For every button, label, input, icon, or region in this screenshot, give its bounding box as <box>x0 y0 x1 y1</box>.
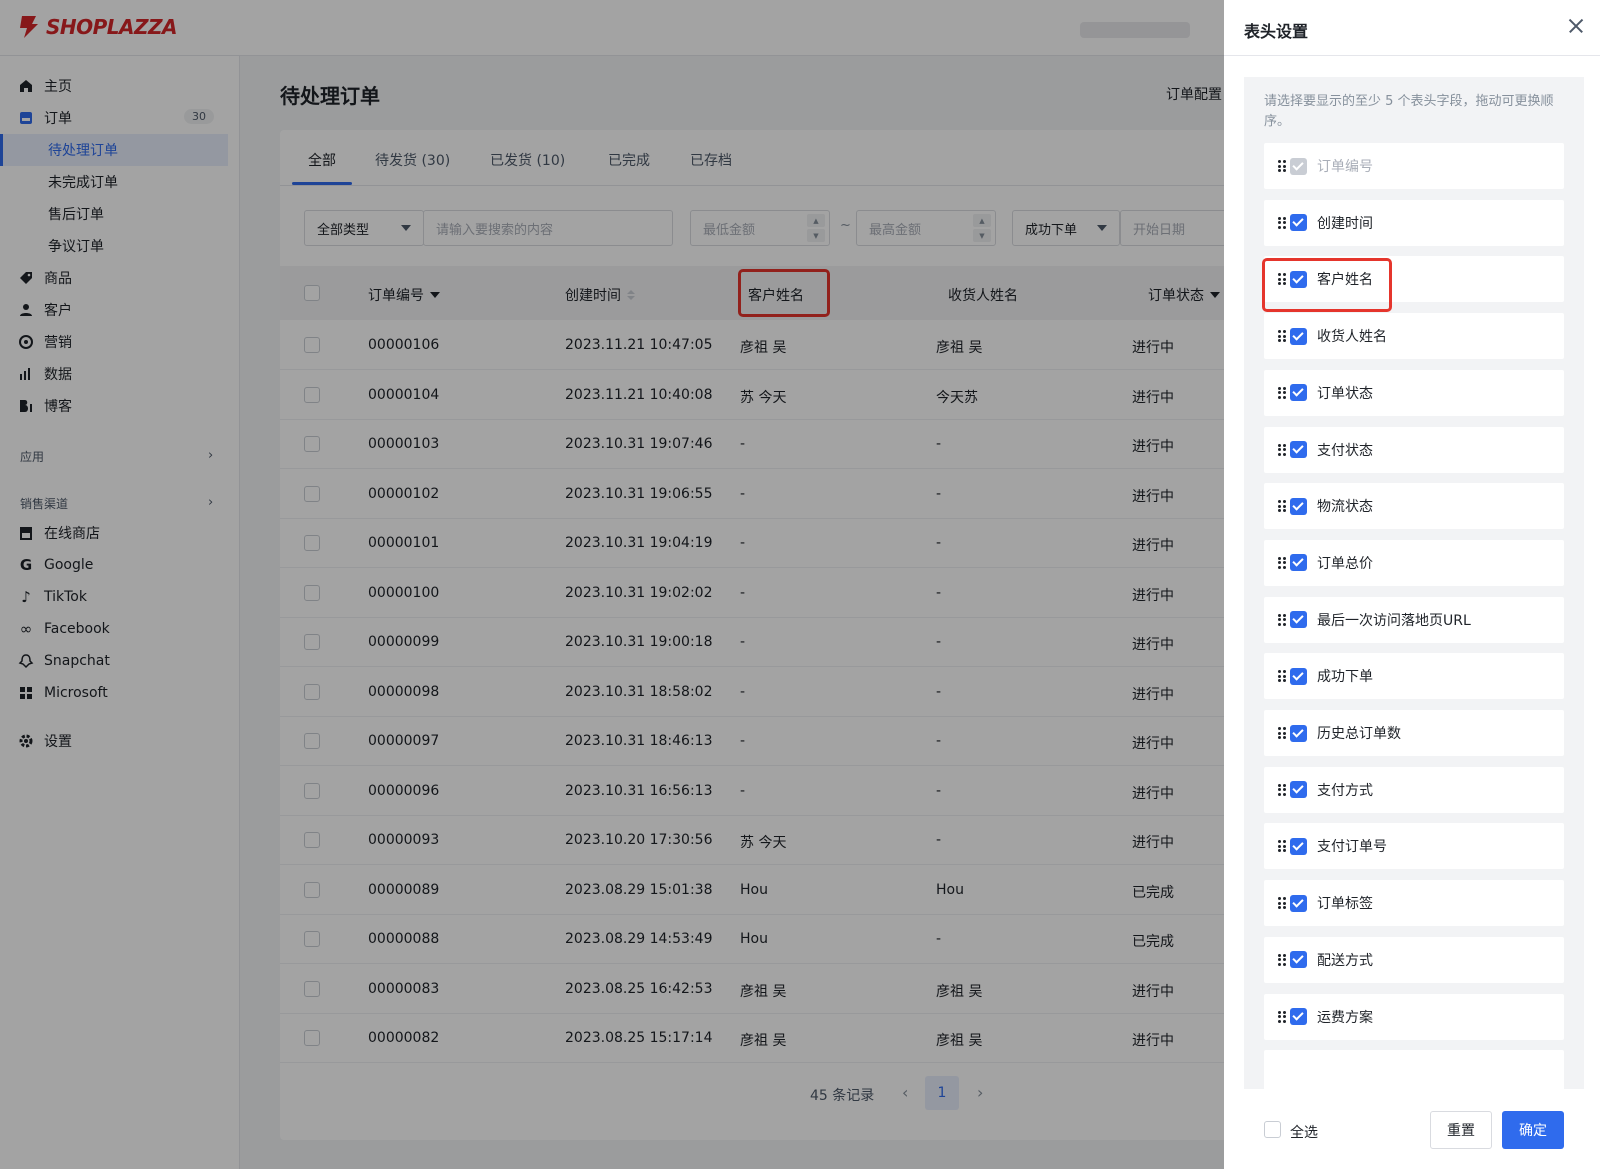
select-all-label[interactable]: 全选 <box>1290 1122 1318 1142</box>
drawer-hint: 请选择要显示的至少 5 个表头字段，拖动可更换顺序。 <box>1264 94 1554 129</box>
field-checkbox[interactable] <box>1290 781 1307 799</box>
field-checkbox[interactable] <box>1290 214 1307 232</box>
field-label: 最后一次访问落地页URL <box>1317 612 1471 629</box>
header-field-item[interactable]: 订单编号 <box>1264 143 1564 189</box>
field-checkbox[interactable] <box>1290 1008 1307 1025</box>
field-checkbox[interactable] <box>1290 327 1307 345</box>
field-checkbox[interactable] <box>1290 554 1307 572</box>
header-field-item[interactable]: 收货人姓名 <box>1264 313 1564 360</box>
field-label: 配送方式 <box>1317 952 1373 969</box>
close-icon[interactable] <box>1564 14 1588 38</box>
header-field-item[interactable]: 支付订单号 <box>1264 823 1564 870</box>
field-label: 订单编号 <box>1317 159 1373 175</box>
field-checkbox[interactable] <box>1290 611 1307 629</box>
header-field-item[interactable]: 创建时间 <box>1264 199 1564 246</box>
header-field-item[interactable]: 成功下单 <box>1264 653 1564 700</box>
field-label: 支付方式 <box>1317 782 1373 799</box>
drag-handle-icon[interactable] <box>1278 1010 1286 1023</box>
drag-handle-icon[interactable] <box>1278 160 1286 172</box>
header-field-item[interactable]: 订单标签 <box>1264 880 1564 927</box>
field-label: 创建时间 <box>1317 215 1373 232</box>
drag-handle-icon[interactable] <box>1278 727 1286 739</box>
field-label: 订单状态 <box>1317 385 1373 402</box>
header-field-item[interactable]: 支付状态 <box>1264 426 1564 473</box>
drag-handle-icon[interactable] <box>1278 386 1286 399</box>
header-field-item[interactable]: 配送方式 <box>1264 936 1564 983</box>
drawer-footer: 全选 重置 确定 <box>1224 1089 1600 1169</box>
drag-handle-icon[interactable] <box>1278 897 1286 910</box>
drag-handle-icon[interactable] <box>1278 216 1286 229</box>
field-checkbox[interactable] <box>1290 724 1307 742</box>
drag-handle-icon[interactable] <box>1278 783 1286 796</box>
field-checkbox <box>1290 157 1307 175</box>
header-field-item[interactable]: 订单总价 <box>1264 539 1564 586</box>
header-field-item[interactable]: 历史总订单数 <box>1264 710 1564 756</box>
drawer-title: 表头设置 <box>1244 22 1309 41</box>
drag-handle-icon[interactable] <box>1278 840 1286 853</box>
field-checkbox[interactable] <box>1290 894 1307 912</box>
field-checkbox[interactable] <box>1290 497 1307 515</box>
field-label: 收货人姓名 <box>1317 329 1387 346</box>
header-field-item[interactable]: 支付方式 <box>1264 766 1564 813</box>
field-label: 历史总订单数 <box>1317 726 1401 742</box>
drag-handle-icon[interactable] <box>1278 330 1286 343</box>
header-field-item[interactable]: 最后一次访问落地页URL <box>1264 596 1564 643</box>
confirm-button[interactable]: 确定 <box>1502 1111 1564 1149</box>
drag-handle-icon[interactable] <box>1278 613 1286 626</box>
field-label: 物流状态 <box>1317 499 1373 516</box>
field-checkbox[interactable] <box>1290 667 1307 685</box>
field-checkbox[interactable] <box>1290 951 1307 969</box>
drag-handle-icon[interactable] <box>1278 443 1286 456</box>
field-checkbox[interactable] <box>1290 837 1307 855</box>
customer-field-highlight <box>1262 258 1392 312</box>
field-label: 运费方案 <box>1317 1009 1373 1026</box>
drag-handle-icon[interactable] <box>1278 953 1286 966</box>
reset-button[interactable]: 重置 <box>1430 1111 1492 1149</box>
field-label: 支付订单号 <box>1317 839 1387 856</box>
field-checkbox[interactable] <box>1290 441 1307 458</box>
drag-handle-icon[interactable] <box>1278 670 1286 683</box>
column-settings-drawer: 表头设置 请选择要显示的至少 5 个表头字段，拖动可更换顺序。 订单编号创建时间… <box>1224 0 1600 1169</box>
drag-handle-icon[interactable] <box>1278 556 1286 569</box>
drag-handle-icon[interactable] <box>1278 500 1286 513</box>
field-label: 支付状态 <box>1317 442 1373 459</box>
header-field-item[interactable] <box>1264 1050 1564 1089</box>
drawer-header: 表头设置 <box>1224 0 1600 56</box>
header-field-item[interactable]: 物流状态 <box>1264 483 1564 530</box>
field-list: 请选择要显示的至少 5 个表头字段，拖动可更换顺序。 订单编号 创建时间 客户姓名收… <box>1244 77 1584 1089</box>
field-label: 订单标签 <box>1317 896 1373 913</box>
header-field-item[interactable]: 运费方案 <box>1264 993 1564 1040</box>
select-all-checkbox[interactable] <box>1264 1121 1281 1138</box>
field-label: 成功下单 <box>1317 669 1373 686</box>
header-field-item[interactable]: 订单状态 <box>1264 369 1564 416</box>
field-label: 订单总价 <box>1317 555 1373 572</box>
field-checkbox[interactable] <box>1290 384 1307 402</box>
